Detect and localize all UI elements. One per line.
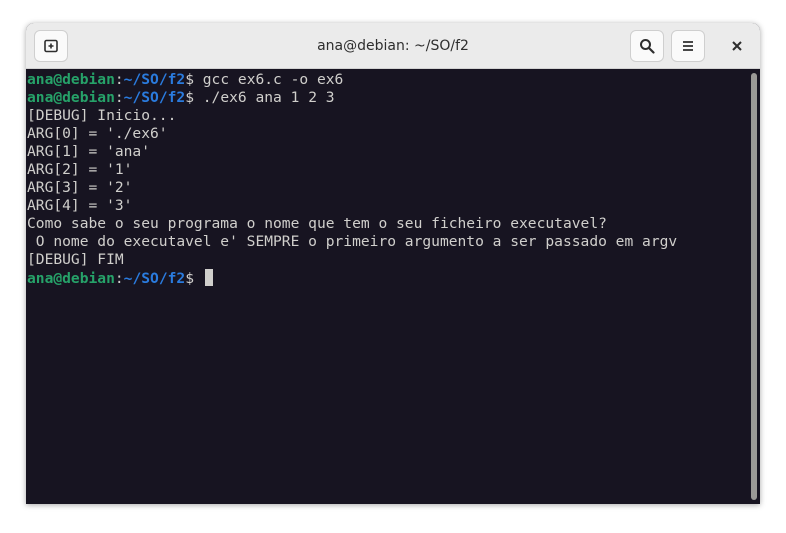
prompt-path: ~/SO/f2 bbox=[123, 270, 186, 287]
terminal-line: ana@debian:~/SO/f2$ ./ex6 ana 1 2 3 bbox=[27, 89, 748, 107]
terminal-line: [DEBUG] FIM bbox=[27, 251, 748, 269]
command-text: gcc ex6.c -o ex6 bbox=[202, 71, 344, 88]
hamburger-menu-icon bbox=[683, 41, 693, 51]
prompt-separator: : bbox=[114, 89, 124, 106]
output-text: O nome do executavel e' SEMPRE o primeir… bbox=[27, 233, 678, 250]
terminal-line: ana@debian:~/SO/f2$ bbox=[27, 269, 748, 287]
new-tab-button[interactable] bbox=[34, 30, 68, 62]
terminal-line: ARG[1] = 'ana' bbox=[27, 143, 748, 161]
terminal-line: Como sabe o seu programa o nome que tem … bbox=[27, 215, 748, 233]
prompt-symbol: $ bbox=[185, 89, 203, 106]
prompt-user-host: ana@debian bbox=[27, 71, 115, 88]
terminal-line: ARG[0] = './ex6' bbox=[27, 125, 748, 143]
prompt-symbol: $ bbox=[185, 71, 203, 88]
output-text: [DEBUG] Inicio... bbox=[27, 107, 177, 124]
output-text: [DEBUG] FIM bbox=[27, 251, 124, 268]
prompt-separator: : bbox=[114, 270, 124, 287]
prompt-path: ~/SO/f2 bbox=[123, 89, 186, 106]
output-text: ARG[0] = './ex6' bbox=[27, 125, 168, 142]
menu-button[interactable] bbox=[671, 30, 705, 62]
terminal-line: O nome do executavel e' SEMPRE o primeir… bbox=[27, 233, 748, 251]
terminal-window: ana@debian: ~/SO/f2 ana@debian:~/SO/f2$ … bbox=[26, 23, 760, 504]
output-text: Como sabe o seu programa o nome que tem … bbox=[27, 215, 607, 232]
command-text: ./ex6 ana 1 2 3 bbox=[202, 89, 335, 106]
terminal-output[interactable]: ana@debian:~/SO/f2$ gcc ex6.c -o ex6 ana@… bbox=[26, 69, 748, 504]
search-icon bbox=[640, 39, 655, 54]
search-button[interactable] bbox=[630, 30, 664, 62]
output-text: ARG[4] = '3' bbox=[27, 197, 133, 214]
terminal-line: ana@debian:~/SO/f2$ gcc ex6.c -o ex6 bbox=[27, 71, 748, 89]
prompt-path: ~/SO/f2 bbox=[123, 71, 186, 88]
terminal-line: [DEBUG] Inicio... bbox=[27, 107, 748, 125]
prompt-user-host: ana@debian bbox=[27, 89, 115, 106]
close-button[interactable] bbox=[720, 30, 754, 62]
terminal-line: ARG[3] = '2' bbox=[27, 179, 748, 197]
text-cursor bbox=[204, 269, 213, 286]
prompt-separator: : bbox=[114, 71, 124, 88]
prompt-user-host: ana@debian bbox=[27, 270, 115, 287]
output-text: ARG[1] = 'ana' bbox=[27, 143, 151, 160]
prompt-symbol: $ bbox=[185, 270, 203, 287]
terminal-scrollbar[interactable] bbox=[748, 69, 760, 504]
terminal-line: ARG[2] = '1' bbox=[27, 161, 748, 179]
titlebar: ana@debian: ~/SO/f2 bbox=[26, 23, 760, 69]
close-icon bbox=[732, 41, 742, 51]
terminal-line: ARG[4] = '3' bbox=[27, 197, 748, 215]
new-tab-icon bbox=[44, 39, 58, 53]
output-text: ARG[2] = '1' bbox=[27, 161, 133, 178]
output-text: ARG[3] = '2' bbox=[27, 179, 133, 196]
scrollbar-thumb[interactable] bbox=[751, 73, 757, 500]
